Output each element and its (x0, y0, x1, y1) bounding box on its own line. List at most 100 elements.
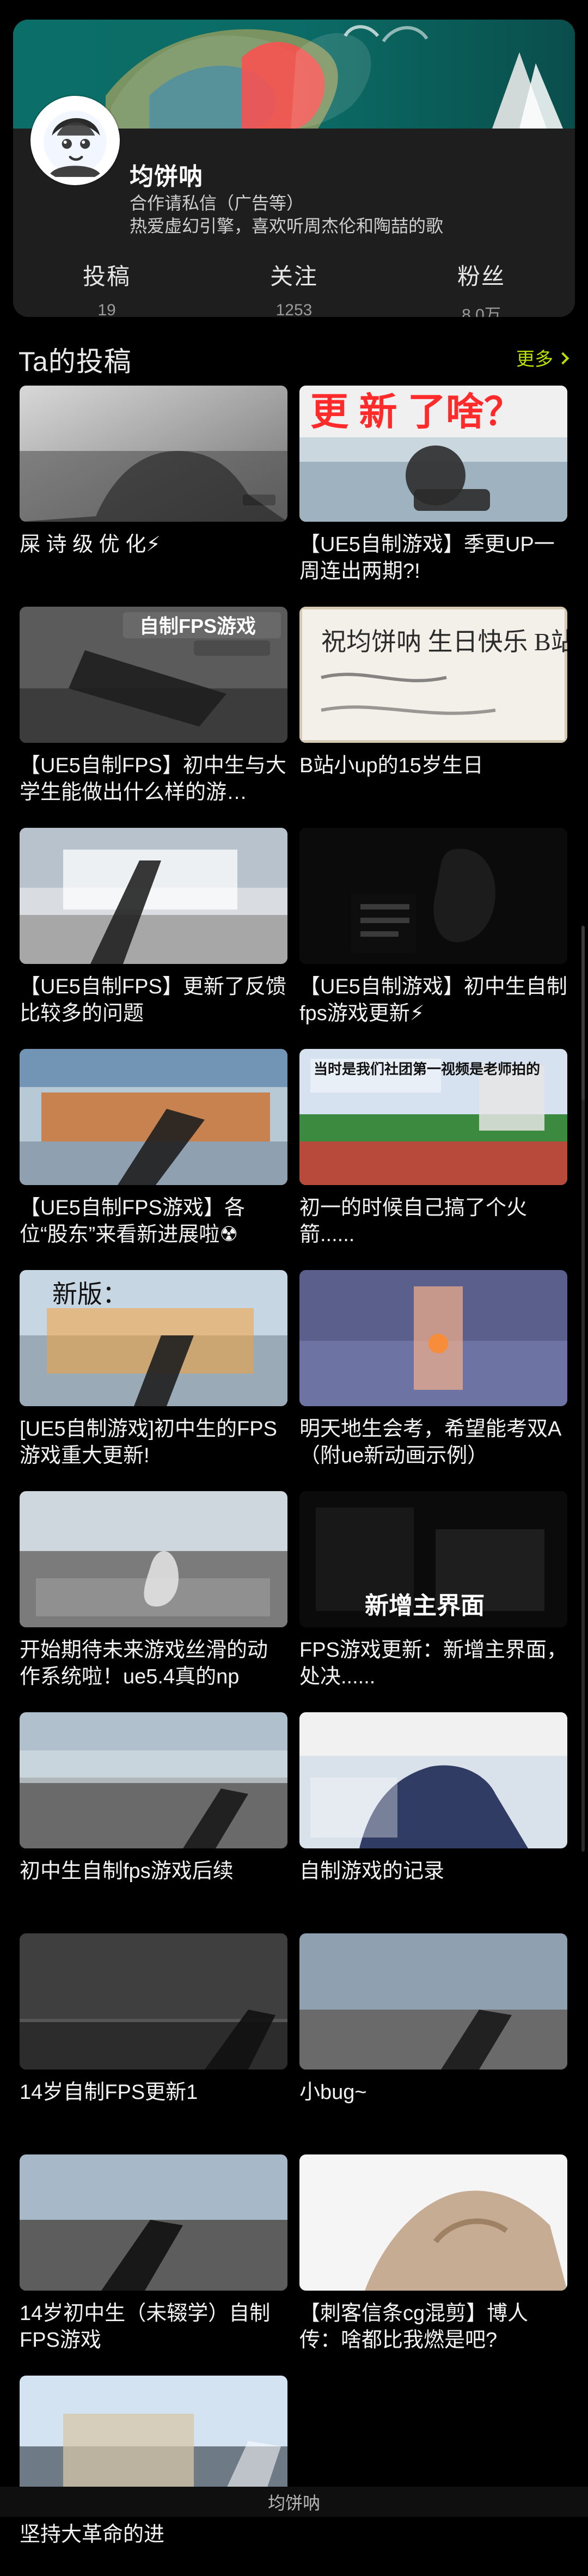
avatar[interactable] (30, 96, 120, 185)
more-button[interactable]: 更多 (516, 344, 569, 371)
video-thumbnail (20, 1933, 287, 2070)
thumbnail-art (20, 1712, 287, 1848)
thumbnail-art (20, 1933, 287, 2070)
thumbnail-text: 新增主界面 (365, 1592, 485, 1619)
video-card[interactable]: 当时是我们社团第一视频是老师拍的 初一的时候自己搞了个火箭...... (299, 1049, 567, 1249)
video-card[interactable]: 明天地生会考，希望能考双A（附ue新动画示例） (299, 1270, 567, 1470)
video-thumbnail (20, 828, 287, 964)
video-card[interactable]: 新版： [UE5自制游戏]初中生的FPS游戏重大更新! (20, 1270, 287, 1470)
thumbnail-art (20, 1491, 287, 1627)
stat-value: 19 (97, 301, 116, 317)
video-title: 明天地生会考，希望能考双A（附ue新动画示例） (299, 1418, 562, 1468)
video-thumbnail: 自制FPS游戏 (20, 607, 287, 743)
video-title: [UE5自制游戏]初中生的FPS游戏重大更新! (20, 1418, 277, 1468)
thumbnail-art: 更 新 了啥？ (299, 386, 567, 522)
video-card[interactable]: 祝均饼呐 生日快乐 B站涨粉100W B站小up的15岁生日 (299, 607, 567, 807)
thumbnail-text: 自制FPS游戏 (139, 615, 256, 637)
video-thumbnail (299, 1933, 567, 2070)
video-title: 14岁自制FPS更新1 (20, 2081, 198, 2104)
profile-bio-line-2: 热爱虚幻引擎，喜欢听周杰伦和陶喆的歌 (130, 216, 444, 236)
video-card[interactable]: 小bug~ (299, 1933, 567, 2134)
thumbnail-text: 当时是我们社团第一视频是老师拍的 (314, 1061, 540, 1077)
thumbnail-art: 新增主界面 (299, 1491, 567, 1627)
thumbnail-text: 祝均饼呐 生日快乐 B站涨粉100W (321, 628, 567, 656)
profile-stats: 投稿 19 关注 1253 粉丝 8.0万 (13, 248, 575, 317)
video-grid: 屎 诗 级 优 化⚡ 更 新 了啥？ 【UE5自制游戏】季更UP一周连出两期?!… (20, 386, 567, 2576)
stat-label: 投稿 (82, 264, 131, 289)
video-title: 【刺客信条cg混剪】博人传：啥都比我燃是吧? (299, 2302, 529, 2352)
stat-label: 关注 (270, 264, 318, 289)
video-title: 【UE5自制FPS】更新了反馈比较多的问题 (20, 975, 286, 1025)
thumbnail-art (20, 386, 287, 522)
video-card[interactable]: 屎 诗 级 优 化⚡ (20, 386, 287, 586)
thumbnail-art (20, 2154, 287, 2291)
profile-bio-line-1: 合作请私信（广告等） (130, 193, 304, 213)
video-thumbnail (20, 2154, 287, 2291)
video-card[interactable]: 自制FPS游戏 【UE5自制FPS】初中生与大学生能做出什么样的游… (20, 607, 287, 807)
video-title: 坚持大革命的进 (20, 2523, 165, 2546)
video-thumbnail (20, 386, 287, 522)
video-card[interactable]: 14岁初中生（未辍学）自制FPS游戏 (20, 2154, 287, 2355)
video-title: 【UE5自制FPS游戏】各位“股东”来看新进展啦☢ (20, 1197, 245, 1247)
video-title: 小bug~ (299, 2081, 367, 2104)
video-thumbnail (20, 1049, 287, 1185)
video-title: 开始期待未来游戏丝滑的动作系统啦！ue5.4真的np (20, 1639, 268, 1689)
video-thumbnail: 更 新 了啥？ (299, 386, 567, 522)
thumbnail-art (299, 1933, 567, 2070)
profile-card: 均饼呐 合作请私信（广告等） 热爱虚幻引擎，喜欢听周杰伦和陶喆的歌 投稿 19 … (13, 20, 575, 317)
thumbnail-art (20, 828, 287, 964)
stat-following[interactable]: 关注 1253 (200, 248, 388, 317)
video-card[interactable]: 【UE5自制FPS】更新了反馈比较多的问题 (20, 828, 287, 1028)
stat-value: 1253 (275, 301, 313, 317)
profile-name: 均饼呐 (130, 163, 203, 190)
thumbnail-text: 更 新 了啥？ (310, 390, 522, 433)
video-card[interactable]: 坚持大革命的进 (20, 2376, 287, 2576)
thumbnail-art: 自制FPS游戏 (20, 607, 287, 743)
video-card[interactable]: 【UE5自制游戏】初中生自制fps游戏更新⚡ (299, 828, 567, 1028)
avatar-illustration (34, 99, 117, 182)
thumbnail-art: 祝均饼呐 生日快乐 B站涨粉100W (299, 607, 567, 743)
video-card[interactable]: 更 新 了啥？ 【UE5自制游戏】季更UP一周连出两期?! (299, 386, 567, 586)
stat-followers[interactable]: 粉丝 8.0万 (388, 248, 575, 317)
video-title: 14岁初中生（未辍学）自制FPS游戏 (20, 2302, 271, 2352)
thumbnail-art (299, 1712, 567, 1848)
video-card[interactable]: 【刺客信条cg混剪】博人传：啥都比我燃是吧? (299, 2154, 567, 2355)
video-card[interactable]: 自制游戏的记录 (299, 1712, 567, 1913)
video-title: 自制游戏的记录 (299, 1860, 445, 1883)
video-title: 【UE5自制FPS】初中生与大学生能做出什么样的游… (20, 754, 286, 804)
video-thumbnail (299, 2154, 567, 2291)
video-thumbnail: 当时是我们社团第一视频是老师拍的 (299, 1049, 567, 1185)
video-card[interactable]: 开始期待未来游戏丝滑的动作系统啦！ue5.4真的np (20, 1491, 287, 1692)
stat-posts[interactable]: 投稿 19 (13, 248, 200, 317)
bottom-label: 均饼呐 (0, 2487, 588, 2517)
thumbnail-art: 新版： (20, 1270, 287, 1406)
video-card[interactable]: 新增主界面 FPS游戏更新：新增主界面，处决...... (299, 1491, 567, 1692)
thumbnail-art (299, 1270, 567, 1406)
video-title: 【UE5自制游戏】初中生自制fps游戏更新⚡ (299, 975, 567, 1025)
video-thumbnail (20, 1491, 287, 1627)
more-label: 更多 (516, 349, 553, 370)
video-thumbnail (299, 1270, 567, 1406)
scrollbar[interactable] (581, 926, 585, 1852)
video-title: B站小up的15岁生日 (299, 754, 483, 777)
video-thumbnail: 祝均饼呐 生日快乐 B站涨粉100W (299, 607, 567, 743)
stat-label: 粉丝 (457, 264, 505, 289)
thumbnail-art (299, 828, 567, 964)
video-card[interactable]: 初中生自制fps游戏后续 (20, 1712, 287, 1913)
thumbnail-text: 新版： (52, 1280, 127, 1308)
video-title: 屎 诗 级 优 化⚡ (20, 533, 161, 556)
video-title: 初中生自制fps游戏后续 (20, 1860, 234, 1883)
video-card[interactable]: 14岁自制FPS更新1 (20, 1933, 287, 2134)
video-title: FPS游戏更新：新增主界面，处决...... (299, 1639, 567, 1689)
stat-value: 8.0万 (462, 306, 501, 317)
section-title: Ta的投稿 (19, 346, 132, 377)
video-thumbnail (20, 1712, 287, 1848)
thumbnail-art (299, 2154, 567, 2291)
video-title: 初一的时候自己搞了个火箭...... (299, 1197, 528, 1247)
video-card[interactable]: 【UE5自制FPS游戏】各位“股东”来看新进展啦☢ (20, 1049, 287, 1249)
scrollbar-thumb[interactable] (581, 926, 585, 1100)
video-thumbnail (299, 1712, 567, 1848)
video-thumbnail: 新增主界面 (299, 1491, 567, 1627)
video-title: 【UE5自制游戏】季更UP一周连出两期?! (299, 533, 555, 583)
thumbnail-art (20, 1049, 287, 1185)
